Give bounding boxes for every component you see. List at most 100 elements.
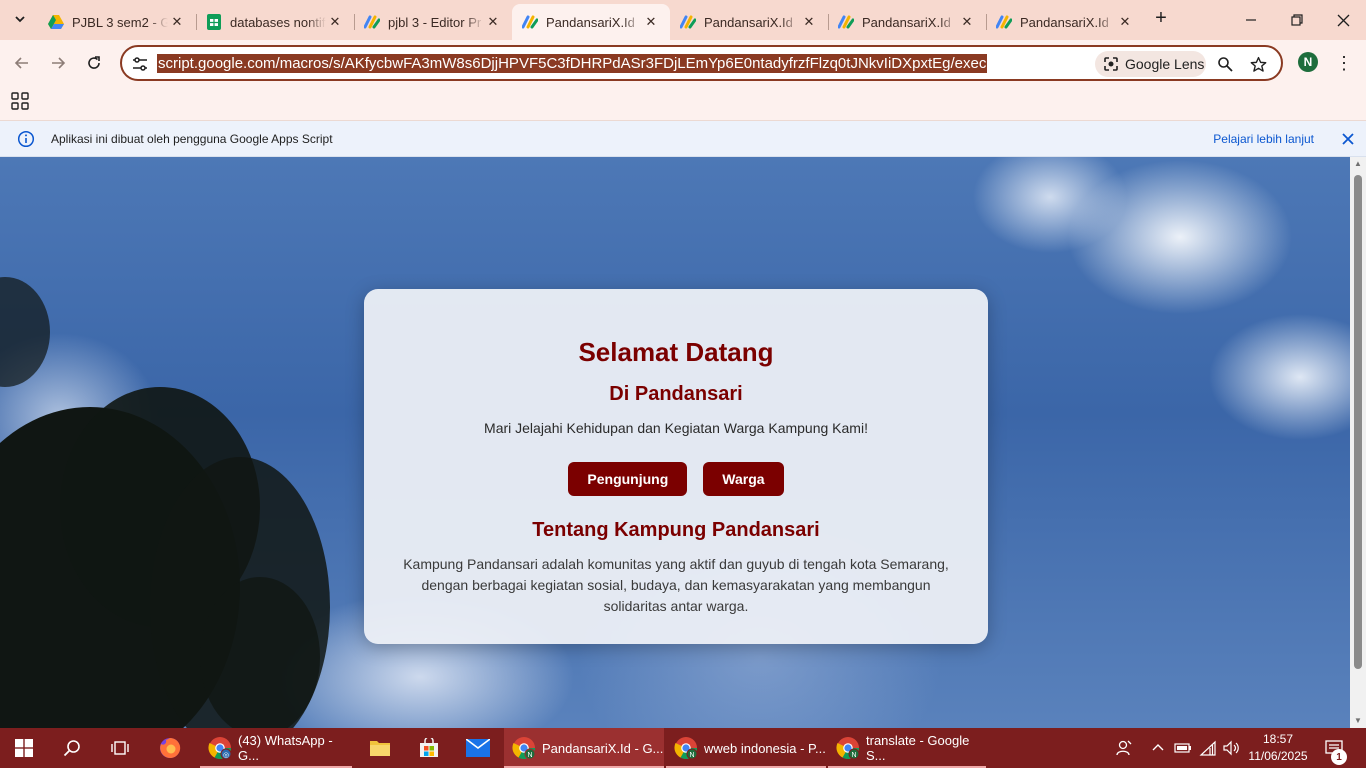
- store-taskbar-icon[interactable]: [405, 728, 453, 768]
- task-view-button[interactable]: [96, 728, 144, 768]
- close-icon[interactable]: ✕: [1116, 13, 1134, 31]
- store-icon: [420, 738, 438, 757]
- tab[interactable]: PandansariX.Id ✕: [670, 6, 828, 38]
- close-icon[interactable]: ✕: [484, 13, 502, 31]
- chrome-icon: ◎: [208, 736, 232, 760]
- task-view-icon: [111, 741, 129, 755]
- url-text[interactable]: script.google.com/macros/s/AKfycbwFA3mW8…: [157, 54, 988, 73]
- arrow-right-icon: [52, 57, 66, 69]
- close-icon[interactable]: ✕: [642, 13, 660, 31]
- apps-script-icon: [522, 14, 538, 30]
- apps-script-icon: [838, 14, 854, 30]
- forward-button[interactable]: [46, 51, 70, 75]
- close-icon[interactable]: ✕: [958, 13, 976, 31]
- taskbar-app[interactable]: N translate - Google S...: [828, 728, 986, 768]
- about-heading: Tentang Kampung Pandansari: [532, 519, 820, 541]
- folder-icon: [370, 741, 390, 756]
- bookmarks-bar: [0, 86, 1366, 121]
- battery-icon[interactable]: [1172, 728, 1194, 768]
- chevron-down-icon: [14, 13, 26, 28]
- infobar-text: Aplikasi ini dibuat oleh pengguna Google…: [51, 132, 333, 146]
- apps-script-icon: [364, 14, 380, 30]
- clock-date: 11/06/2025: [1248, 749, 1308, 763]
- tab-search-button[interactable]: [8, 8, 32, 32]
- arrow-left-icon: [14, 57, 28, 69]
- minimize-icon: [1246, 19, 1256, 21]
- tab-title: PandansariX.Id: [862, 14, 951, 30]
- more-vert-icon: ⋮: [1335, 52, 1353, 73]
- taskbar-app[interactable]: N wweb indonesia - P...: [666, 728, 826, 768]
- tab[interactable]: PJBL 3 sem2 - Go ✕: [38, 6, 196, 38]
- plus-icon: +: [1155, 7, 1167, 29]
- warga-button[interactable]: Warga: [703, 462, 784, 496]
- zoom-button[interactable]: [1215, 54, 1235, 74]
- svg-text:N: N: [851, 752, 856, 759]
- tab[interactable]: PandansariX.Id ✕: [828, 6, 986, 38]
- restore-button[interactable]: [1282, 6, 1312, 34]
- address-bar[interactable]: script.google.com/macros/s/AKfycbwFA3mW8…: [120, 45, 1283, 81]
- close-window-button[interactable]: [1328, 6, 1358, 34]
- restore-icon: [1291, 14, 1303, 26]
- wifi-icon[interactable]: [1196, 728, 1220, 768]
- taskbar-search-button[interactable]: [48, 728, 96, 768]
- bookmark-star-button[interactable]: [1248, 54, 1268, 74]
- google-lens-icon: [1104, 57, 1118, 71]
- close-icon[interactable]: [1340, 131, 1356, 147]
- about-text: Kampung Pandansari adalah komunitas yang…: [403, 556, 949, 614]
- learn-more-link[interactable]: Pelajari lebih lanjut: [1213, 132, 1314, 146]
- close-icon: [1337, 14, 1349, 26]
- file-explorer-taskbar-icon[interactable]: [356, 728, 404, 768]
- browser-toolbar: script.google.com/macros/s/AKfycbwFA3mW8…: [0, 40, 1366, 86]
- system-clock[interactable]: 18:57 11/06/2025: [1240, 731, 1316, 765]
- chrome-icon: N: [674, 736, 698, 760]
- taskbar-app-label: translate - Google S...: [866, 733, 970, 763]
- reload-button[interactable]: [82, 51, 106, 75]
- welcome-card: Selamat Datang Di Pandansari Mari Jelaja…: [364, 289, 988, 644]
- scroll-thumb[interactable]: [1354, 175, 1362, 669]
- google-lens-button[interactable]: Google Lens: [1095, 51, 1206, 77]
- star-icon: [1250, 56, 1266, 72]
- page-scrollbar[interactable]: ▲ ▼: [1350, 157, 1366, 728]
- firefox-taskbar-icon[interactable]: [146, 728, 194, 768]
- scroll-down-icon[interactable]: ▼: [1354, 717, 1362, 725]
- scroll-up-icon[interactable]: ▲: [1354, 160, 1362, 168]
- mail-taskbar-icon[interactable]: [454, 728, 502, 768]
- browser-menu-button[interactable]: ⋮: [1334, 51, 1354, 75]
- tagline: Mari Jelajahi Kehidupan dan Kegiatan War…: [484, 420, 868, 436]
- apps-script-infobar: Aplikasi ini dibuat oleh pengguna Google…: [0, 121, 1366, 157]
- tab[interactable]: databases nontif ✕: [196, 6, 354, 38]
- minimize-button[interactable]: [1236, 6, 1266, 34]
- info-icon: [17, 130, 35, 148]
- apps-script-icon: [680, 14, 696, 30]
- profile-avatar[interactable]: N: [1298, 52, 1318, 72]
- firefox-icon: [160, 737, 181, 758]
- svg-text:N: N: [689, 752, 694, 759]
- notification-badge: 1: [1331, 749, 1347, 765]
- tab-title: databases nontif: [230, 14, 326, 30]
- apps-grid-icon[interactable]: [11, 92, 29, 110]
- taskbar-app-active[interactable]: N PandansariX.Id - G...: [504, 728, 664, 768]
- apps-script-icon: [996, 14, 1012, 30]
- tab[interactable]: PandansariX.Id ✕: [986, 6, 1144, 38]
- new-tab-button[interactable]: +: [1150, 8, 1172, 30]
- taskbar-app-label: wweb indonesia - P...: [704, 740, 826, 756]
- taskbar-app[interactable]: ◎ (43) WhatsApp - G...: [200, 728, 352, 768]
- back-button[interactable]: [10, 51, 34, 75]
- people-icon[interactable]: [1112, 728, 1136, 768]
- tab-active[interactable]: PandansariX.Id ✕: [512, 4, 670, 40]
- google-drive-icon: [48, 14, 64, 30]
- close-icon[interactable]: ✕: [326, 13, 344, 31]
- chevron-up-icon[interactable]: [1148, 728, 1168, 768]
- role-button-group: Pengunjung Warga: [364, 462, 988, 496]
- volume-icon[interactable]: [1220, 728, 1242, 768]
- tune-icon: [133, 57, 147, 71]
- tab[interactable]: pjbl 3 - Editor Pr ✕: [354, 6, 512, 38]
- close-icon[interactable]: ✕: [800, 13, 818, 31]
- magnifier-icon: [1218, 57, 1233, 72]
- start-button[interactable]: [0, 728, 48, 768]
- close-icon[interactable]: ✕: [168, 13, 186, 31]
- pengunjung-button[interactable]: Pengunjung: [568, 462, 688, 496]
- site-info-button[interactable]: [130, 54, 150, 74]
- windows-taskbar: ◎ (43) WhatsApp - G... N PandansariX.Id …: [0, 728, 1366, 768]
- page-title: Selamat Datang: [578, 337, 774, 367]
